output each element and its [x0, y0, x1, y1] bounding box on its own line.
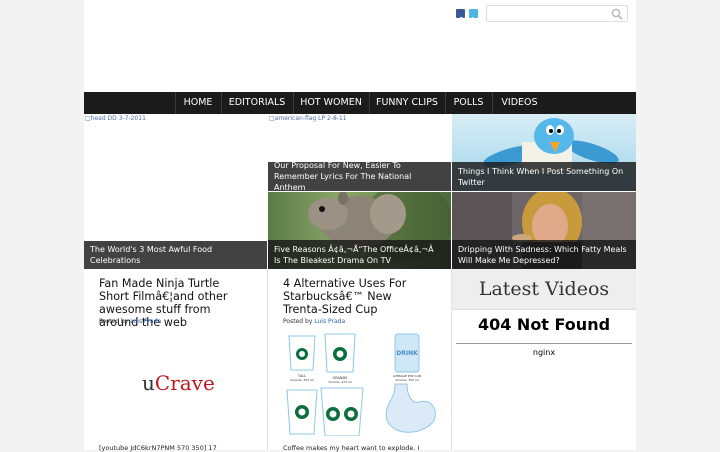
search-icon[interactable]	[611, 8, 623, 20]
byline-prefix: Posted by	[283, 318, 313, 325]
sidebar: Latest Videos 404 Not Found nginx	[452, 269, 636, 450]
featured-tile[interactable]: □american-flag LP 2-8-11 Our Proposal Fo…	[268, 114, 451, 191]
featured-tile[interactable]: Five Reasons Â¢â‚¬Å“The OfficeÂ¢â‚¬Â Is…	[268, 192, 451, 269]
featured-tile[interactable]: Things I Think When I Post Something On …	[452, 114, 636, 191]
featured-tile[interactable]: Dripping With Sadness: Which Fatty Meals…	[452, 192, 636, 269]
broken-image: □head DD 3-7-2011	[85, 115, 146, 122]
featured-tile[interactable]: □head DD 3-7-2011 The World's 3 Most Awf…	[84, 114, 267, 269]
author-link[interactable]: Luis Prada	[314, 318, 345, 325]
logo-u: u	[142, 371, 155, 395]
post-title[interactable]: 4 Alternative Uses For Starbucksâ€™ New …	[283, 277, 433, 316]
broken-image: □american-flag LP 2-8-11	[269, 115, 347, 122]
nav-editorials[interactable]: EDITORIALS	[222, 92, 292, 114]
search-box	[486, 5, 628, 26]
nav-videos[interactable]: VIDEOS	[493, 92, 546, 114]
post-byline: Posted by Luis Prada	[283, 318, 345, 325]
tall-volume: Volume: 354 ml	[290, 378, 314, 382]
soda-volume: Volume: 355 ml	[395, 378, 419, 382]
tile-caption[interactable]: Things I Think When I Post Something On …	[452, 162, 636, 191]
nav-home[interactable]: HOME	[176, 92, 220, 114]
image-alt-text: american-flag LP 2-8-11	[274, 115, 347, 122]
search-input[interactable]	[491, 12, 609, 26]
error-server: nginx	[532, 348, 556, 357]
starbucks-cups-image: DRINK TALL Volume: 354 ml GRANDE Volume:…	[286, 333, 436, 436]
image-alt-text: head DD 3-7-2011	[90, 115, 146, 122]
tile-caption[interactable]: Five Reasons Â¢â‚¬Å“The OfficeÂ¢â‚¬Â Is…	[268, 240, 451, 269]
author-link[interactable]: Luis Prada	[130, 318, 161, 325]
drink-label: DRINK	[396, 350, 418, 357]
grande-volume: Volume: 473 ml	[328, 380, 352, 384]
sidebar-heading: Latest Videos	[452, 269, 636, 310]
twitter-icon[interactable]: t	[469, 9, 478, 25]
error-divider	[456, 343, 632, 344]
tile-caption[interactable]: Dripping With Sadness: Which Fatty Meals…	[452, 240, 636, 269]
post-byline: Posted by Luis Prada	[99, 318, 161, 325]
post-excerpt: [youtube JdC6krN7PNM 570 350] 17	[99, 444, 217, 452]
ucrave-logo[interactable]: uCrave	[142, 371, 215, 395]
column-divider	[267, 270, 268, 450]
nav-funny-clips[interactable]: FUNNY CLIPS	[370, 92, 444, 114]
error-title: 404 Not Found	[477, 315, 611, 334]
byline-prefix: Posted by	[99, 318, 129, 325]
tile-caption[interactable]: The World's 3 Most Awful Food Celebratio…	[84, 241, 267, 269]
facebook-icon[interactable]: f	[456, 9, 465, 25]
logo-crave: Crave	[154, 371, 215, 395]
page-container: f t HOME EDITORIALS HOT WOMEN FUNNY CLIP…	[84, 0, 636, 452]
tile-caption[interactable]: Our Proposal For New, Easier To Remember…	[268, 161, 451, 191]
svg-text:f: f	[459, 16, 463, 24]
post-excerpt: Coffee makes my heart want to explode. I	[283, 444, 420, 452]
nav-hot-women[interactable]: HOT WOMEN	[294, 92, 368, 114]
main-nav: HOME EDITORIALS HOT WOMEN FUNNY CLIPS PO…	[84, 92, 636, 114]
svg-text:t: t	[471, 16, 475, 24]
nav-polls[interactable]: POLLS	[446, 92, 491, 114]
